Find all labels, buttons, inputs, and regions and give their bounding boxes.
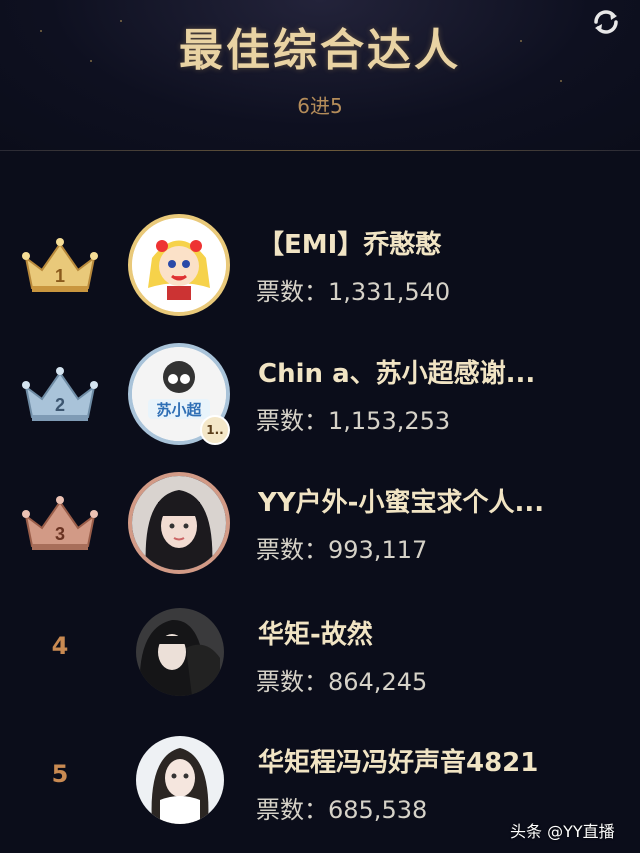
crown-rank-number: 1 (55, 266, 65, 286)
refresh-icon[interactable] (588, 4, 624, 40)
ranking-row-3[interactable]: 3 YY户外-小蜜宝求个人... 票数：993,117 (0, 472, 640, 592)
ranking-row-2[interactable]: 2 苏小超 1.. Chin a、苏小超感谢... 票数：1,153,253 (0, 343, 640, 463)
vote-value: 993,117 (328, 536, 428, 564)
user-name: 华矩程冯冯好声音4821 (258, 748, 539, 778)
rank-number: 5 (51, 760, 69, 788)
svg-text:苏小超: 苏小超 (156, 401, 202, 419)
user-name: 【EMI】乔憨憨 (258, 230, 442, 260)
gold-crown-icon: 1 (20, 236, 100, 296)
level-badge: 1.. (200, 415, 230, 445)
vote-value: 1,153,253 (328, 407, 451, 435)
vote-count: 票数：1,153,253 (256, 401, 450, 436)
watermark: 头条 @YY直播 (510, 822, 615, 841)
vote-label: 票数： (256, 278, 328, 306)
page-title: 最佳综合达人 (179, 25, 461, 76)
bronze-crown-icon: 3 (20, 494, 100, 554)
vote-count: 票数：993,117 (256, 530, 427, 565)
silver-crown-icon: 2 (20, 365, 100, 425)
avatar[interactable] (136, 608, 224, 696)
rank-number: 4 (51, 632, 69, 660)
avatar[interactable] (136, 736, 224, 824)
ranking-row-1[interactable]: 1 【EMI】乔憨憨 票数：1,331,540 (0, 214, 640, 334)
vote-value: 1,331,540 (328, 278, 451, 306)
vote-value: 864,245 (328, 668, 428, 696)
vote-label: 票数： (256, 407, 328, 435)
vote-count: 票数：685,538 (256, 790, 427, 825)
avatar[interactable] (128, 472, 230, 574)
crown-rank-number: 2 (55, 395, 65, 415)
vote-count: 票数：864,245 (256, 662, 427, 697)
user-name: YY户外-小蜜宝求个人... (258, 488, 545, 518)
avatar[interactable] (128, 214, 230, 316)
ranking-row-4[interactable]: 4 华矩-故然 票数：864,245 (0, 604, 640, 724)
vote-label: 票数： (256, 668, 328, 696)
header-divider (0, 150, 640, 151)
vote-label: 票数： (256, 796, 328, 824)
vote-label: 票数： (256, 536, 328, 564)
header-banner: 最佳综合达人 6进5 (0, 0, 640, 150)
crown-rank-number: 3 (55, 524, 65, 544)
vote-count: 票数：1,331,540 (256, 272, 450, 307)
vote-value: 685,538 (328, 796, 428, 824)
user-name: Chin a、苏小超感谢... (258, 359, 536, 389)
user-name: 华矩-故然 (258, 620, 373, 650)
page-subtitle: 6进5 (297, 94, 343, 118)
